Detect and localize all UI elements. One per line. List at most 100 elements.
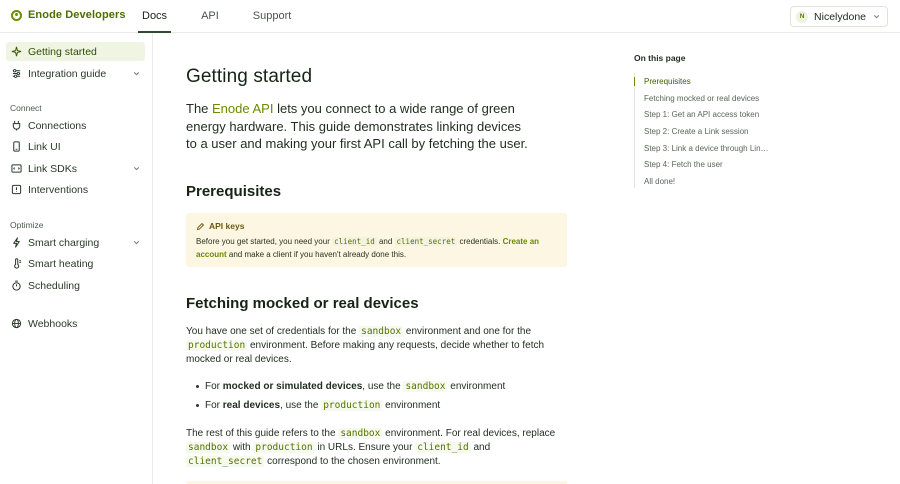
sidebar-item-label: Scheduling xyxy=(28,279,80,292)
para-text: and xyxy=(470,441,491,453)
sidebar-item-link-ui[interactable]: Link UI xyxy=(6,137,145,156)
code-production: production xyxy=(321,400,383,411)
tab-support[interactable]: Support xyxy=(253,0,292,33)
fetching-heading: Fetching mocked or real devices xyxy=(186,295,419,312)
callout-text: credentials. xyxy=(457,237,503,246)
toc-item-step-4[interactable]: Step 4: Fetch the user xyxy=(634,160,769,169)
list-item-text: For mocked or simulated devices, use the… xyxy=(205,381,505,392)
code-client-id: client_id xyxy=(332,237,377,246)
avatar: N xyxy=(796,10,809,23)
list-text: For xyxy=(205,400,223,411)
toc-item-step-2[interactable]: Step 2: Create a Link session xyxy=(634,127,769,136)
list-text: For xyxy=(205,381,223,392)
prerequisites-heading: Prerequisites xyxy=(186,183,282,200)
sidebar-item-connections[interactable]: Connections xyxy=(6,116,145,135)
sidebar-item-scheduling[interactable]: Scheduling xyxy=(6,276,145,295)
code-sandbox: sandbox xyxy=(186,441,231,453)
tab-docs[interactable]: Docs xyxy=(137,0,172,33)
top-nav: Docs API Support xyxy=(137,0,325,33)
sidebar-item-label: Link UI xyxy=(28,140,61,153)
lead-text: The xyxy=(186,101,213,116)
sidebar-item-webhooks[interactable]: Webhooks xyxy=(6,314,145,333)
thermometer-icon xyxy=(11,258,22,269)
list-item-text: For real devices, use the production env… xyxy=(205,400,440,411)
code-production: production xyxy=(186,339,248,351)
list-bold: mocked or simulated devices xyxy=(222,381,363,392)
sparkle-icon xyxy=(11,46,22,57)
list-item: For mocked or simulated devices, use the… xyxy=(196,381,505,392)
list-item: For real devices, use the production env… xyxy=(196,400,440,411)
sidebar-item-smart-heating[interactable]: Smart heating xyxy=(6,254,145,273)
sidebar-item-smart-charging[interactable]: Smart charging xyxy=(6,233,145,252)
user-name: Nicelydone xyxy=(814,10,866,23)
sidebar-item-label: Smart charging xyxy=(28,236,100,249)
sidebar-item-interventions[interactable]: Interventions xyxy=(6,180,145,199)
section-label-connect: Connect xyxy=(10,103,42,113)
rest-of-guide-paragraph: The rest of this guide refers to the san… xyxy=(186,427,556,468)
list-text: , use the xyxy=(280,400,322,411)
chevron-down-icon xyxy=(873,15,880,19)
alert-icon xyxy=(11,184,22,195)
para-text: environment and one for the xyxy=(403,326,532,337)
pencil-icon xyxy=(196,222,205,230)
fetching-paragraph: You have one set of credentials for the … xyxy=(186,325,556,366)
toc-item-prerequisites[interactable]: Prerequisites xyxy=(634,77,769,86)
lead-paragraph: The Enode API lets you connect to a wide… xyxy=(186,100,531,153)
brand-link[interactable]: Enode Developers xyxy=(11,9,126,21)
para-text: The rest of this guide refers to the xyxy=(186,428,339,439)
callout-text: and make a client if you haven't already… xyxy=(226,249,407,259)
sidebar-item-label: Integration guide xyxy=(28,67,107,80)
code-sandbox: sandbox xyxy=(338,428,383,439)
chevron-down-icon[interactable] xyxy=(132,238,141,247)
list-text: , use the xyxy=(362,381,404,392)
para-text: in URLs. Ensure your xyxy=(314,441,416,453)
globe-icon xyxy=(11,318,22,329)
enode-logo-icon xyxy=(11,9,22,21)
para-text: You have one set of credentials for the xyxy=(186,326,360,337)
brand-name: Enode Developers xyxy=(28,9,126,21)
callout-title-text: API keys xyxy=(209,221,245,231)
timer-icon xyxy=(11,280,22,291)
enode-api-link[interactable]: Enode API xyxy=(212,101,273,116)
plug-icon xyxy=(11,120,22,131)
sidebar-item-label: Connections xyxy=(28,119,87,132)
callout-title: API keys xyxy=(196,221,557,231)
callout-text: Before you get started, you need your xyxy=(196,237,333,246)
sidebar-item-label: Webhooks xyxy=(28,317,78,330)
code-icon xyxy=(11,163,22,174)
sidebar-item-label: Link SDKs xyxy=(28,162,78,175)
bullet-dot xyxy=(196,385,199,388)
code-sandbox: sandbox xyxy=(359,326,404,337)
bullet-dot xyxy=(196,404,199,407)
toc-item-step-3[interactable]: Step 3: Link a device through Link UI xyxy=(634,144,769,153)
tab-api[interactable]: API xyxy=(201,0,219,33)
sidebar-item-link-sdks[interactable]: Link SDKs xyxy=(6,159,145,178)
para-text: correspond to the chosen environment. xyxy=(264,455,441,467)
section-label-optimize: Optimize xyxy=(10,220,44,230)
para-text: with xyxy=(230,441,254,453)
callout-text: and xyxy=(376,237,395,246)
user-menu-button[interactable]: N Nicelydone xyxy=(790,6,888,27)
code-client-id: client_id xyxy=(415,441,471,453)
list-bold: real devices xyxy=(222,400,281,411)
list-text: environment xyxy=(382,400,441,411)
chevron-down-icon[interactable] xyxy=(132,164,141,173)
toc-item-fetching[interactable]: Fetching mocked or real devices xyxy=(634,94,769,103)
toc-item-all-done[interactable]: All done! xyxy=(634,177,769,186)
code-production: production xyxy=(253,441,315,453)
chevron-down-icon[interactable] xyxy=(132,69,141,78)
top-bar: Enode Developers Docs API Support N Nice… xyxy=(0,0,900,33)
callout-body: Before you get started, you need your cl… xyxy=(196,236,557,261)
toc-item-step-1[interactable]: Step 1: Get an API access token xyxy=(634,110,769,119)
para-text: environment. For real devices, replace xyxy=(382,428,556,439)
page-title: Getting started xyxy=(186,66,313,87)
sidebar-item-integration-guide[interactable]: Integration guide xyxy=(6,64,145,83)
code-client-secret: client_secret xyxy=(394,237,458,246)
api-keys-callout: API keys Before you get started, you nee… xyxy=(186,213,567,267)
sidebar-item-label: Getting started xyxy=(28,45,97,58)
toc-heading: On this page xyxy=(634,53,686,63)
code-sandbox: sandbox xyxy=(403,381,448,392)
mobile-icon xyxy=(11,141,22,152)
sidebar-item-getting-started[interactable]: Getting started xyxy=(6,42,145,61)
list-text: environment xyxy=(447,381,506,392)
